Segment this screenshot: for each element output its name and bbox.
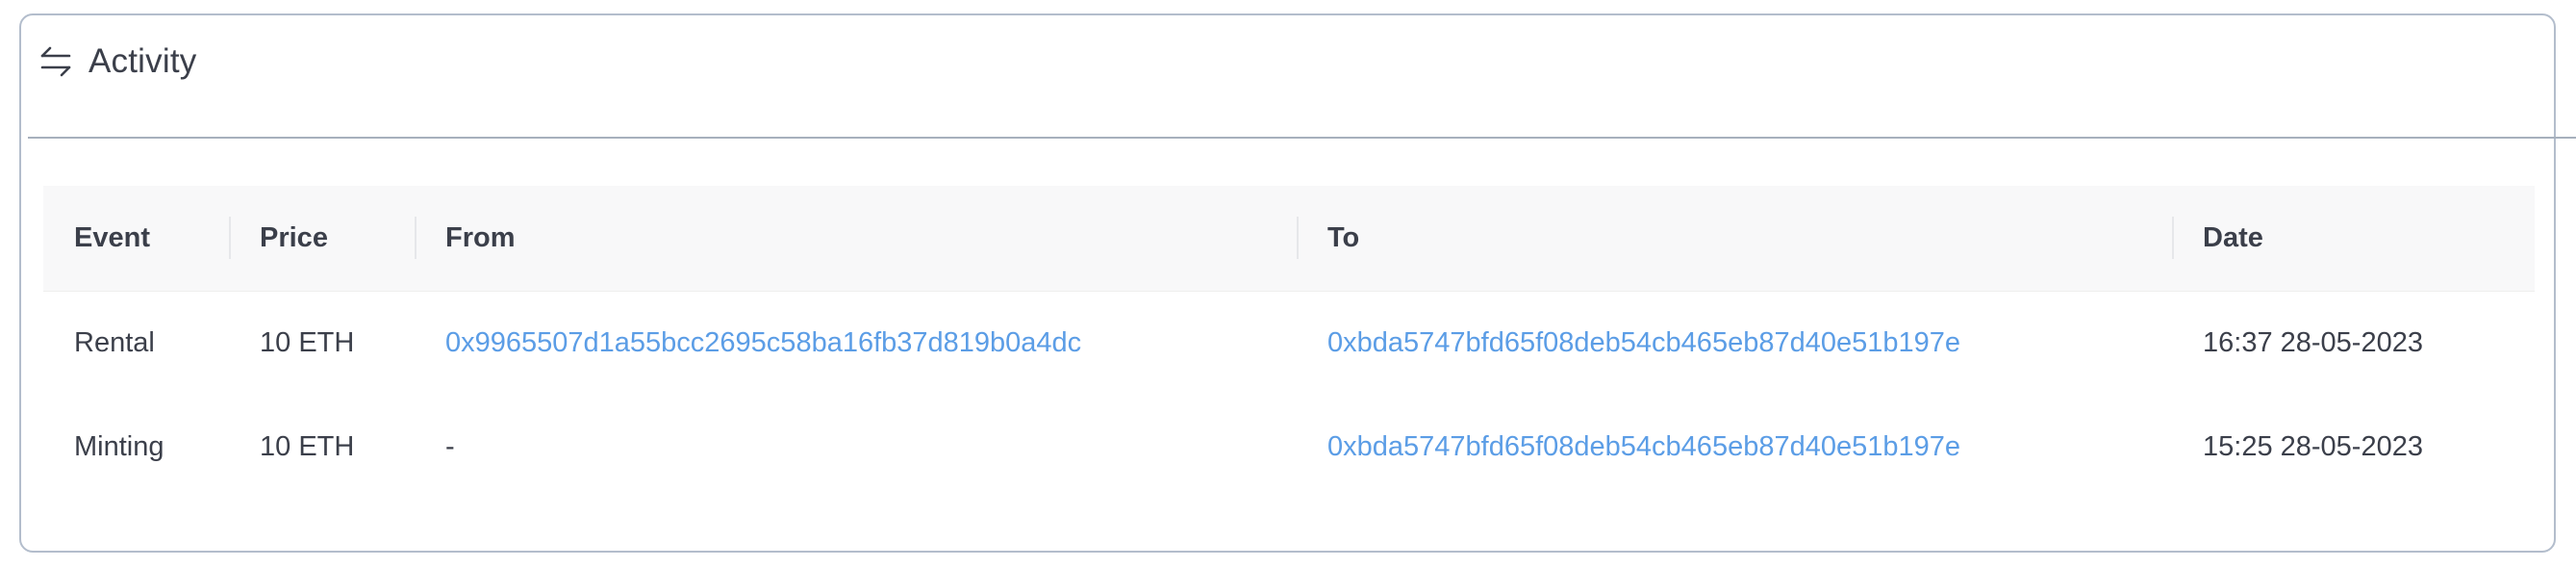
to-address-link[interactable]: 0xbda5747bfd65f08deb54cb465eb87d40e51b19… [1327, 431, 1960, 462]
column-header-to[interactable]: To [1297, 186, 2172, 291]
cell-date: 15:25 28-05-2023 [2203, 430, 2423, 462]
cell-event: Minting [74, 430, 164, 462]
column-header-date-label: Date [2203, 221, 2263, 253]
cell-event: Rental [74, 326, 155, 358]
activity-table-wrap: Event Price From To Date Rental 10 ETH 0… [43, 186, 2535, 499]
column-separator [2172, 217, 2174, 259]
column-header-event[interactable]: Event [43, 186, 229, 291]
cell-date: 16:37 28-05-2023 [2203, 326, 2423, 358]
cell-from: 0x9965507d1a55bcc2695c58ba16fb37d819b0a4… [415, 291, 1297, 395]
panel-title: Activity [88, 42, 197, 80]
activity-table: Event Price From To Date Rental 10 ETH 0… [43, 186, 2535, 499]
cell-to: 0xbda5747bfd65f08deb54cb465eb87d40e51b19… [1297, 291, 2172, 395]
column-header-date[interactable]: Date [2172, 186, 2535, 291]
table-row: Rental 10 ETH 0x9965507d1a55bcc2695c58ba… [43, 291, 2535, 395]
column-separator [415, 217, 417, 259]
arrows-swap-icon [38, 44, 73, 79]
column-header-price[interactable]: Price [229, 186, 415, 291]
to-address-link[interactable]: 0xbda5747bfd65f08deb54cb465eb87d40e51b19… [1327, 327, 1960, 358]
column-header-price-label: Price [260, 221, 328, 253]
cell-price: 10 ETH [260, 326, 355, 358]
column-header-from-label: From [445, 221, 516, 253]
from-address-link[interactable]: 0x9965507d1a55bcc2695c58ba16fb37d819b0a4… [445, 327, 1081, 358]
table-row: Minting 10 ETH - 0xbda5747bfd65f08deb54c… [43, 395, 2535, 499]
cell-to: 0xbda5747bfd65f08deb54cb465eb87d40e51b19… [1297, 395, 2172, 499]
column-separator [1297, 217, 1299, 259]
panel-header: Activity [38, 35, 196, 89]
cell-price: 10 ETH [260, 430, 355, 462]
table-header-row: Event Price From To Date [43, 186, 2535, 291]
column-header-from[interactable]: From [415, 186, 1297, 291]
header-divider [28, 137, 2576, 139]
column-separator [229, 217, 231, 259]
column-header-to-label: To [1327, 221, 1360, 253]
cell-from: - [445, 430, 455, 462]
